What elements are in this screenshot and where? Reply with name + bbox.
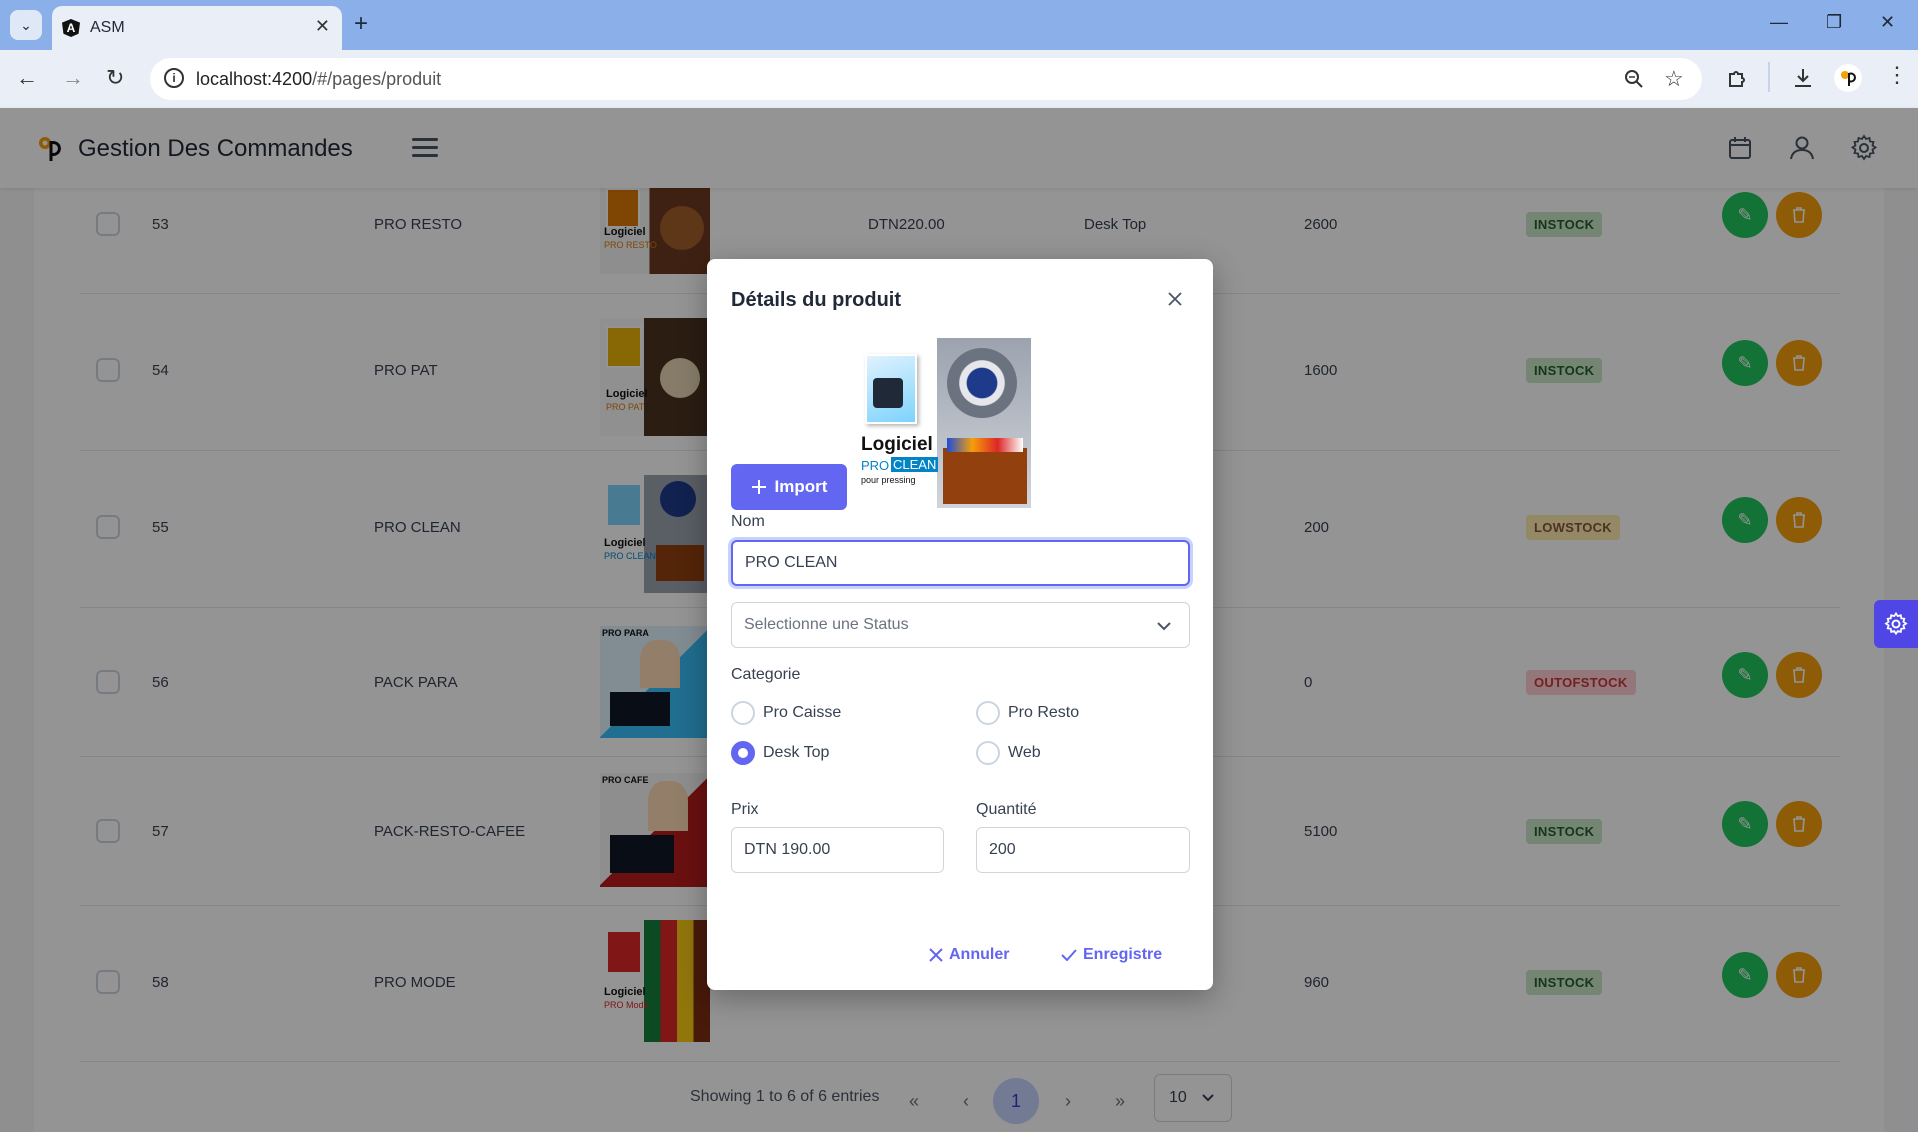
zoom-icon[interactable] — [1624, 69, 1644, 89]
name-label: Nom — [731, 513, 765, 530]
cancel-label: Annuler — [949, 946, 1010, 963]
chevron-down-icon — [1157, 622, 1171, 631]
forward-icon[interactable]: → — [62, 65, 84, 91]
tab-search-button[interactable]: ⌄ — [10, 10, 42, 40]
layout-config-button[interactable] — [1874, 600, 1918, 648]
product-image: Logiciel PRO CLEAN pour pressing — [861, 338, 1031, 508]
product-details-dialog: Détails du produit Logiciel PRO CLEAN po… — [707, 259, 1213, 990]
save-button[interactable]: Enregistre — [1061, 946, 1162, 964]
name-input[interactable]: PRO CLEAN — [731, 540, 1190, 586]
quantity-label: Quantité — [976, 801, 1037, 818]
radio-label-web: Web — [1008, 744, 1041, 761]
minimize-icon[interactable]: — — [1770, 12, 1788, 33]
radio-pro-caisse[interactable] — [731, 701, 755, 725]
radio-label-pro-caisse: Pro Caisse — [763, 704, 842, 721]
import-button[interactable]: Import — [731, 464, 847, 510]
chevron-down-icon: ⌄ — [20, 16, 32, 33]
restore-icon[interactable]: ❐ — [1826, 12, 1842, 33]
close-icon — [1168, 292, 1182, 306]
radio-label-pro-resto: Pro Resto — [1008, 704, 1080, 721]
price-input[interactable]: DTN 190.00 — [731, 827, 944, 873]
import-label: Import — [774, 477, 828, 496]
app-logo-icon — [1841, 71, 1856, 86]
site-info-icon[interactable]: i — [164, 68, 184, 88]
browser-toolbar: ← → ↻ i localhost:4200/#/pages/produit ☆… — [0, 50, 1918, 108]
radio-web[interactable] — [976, 741, 1000, 765]
dialog-close-button[interactable] — [1161, 285, 1189, 313]
radio-desk-top[interactable] — [731, 741, 755, 765]
tab-close-icon[interactable]: ✕ — [315, 16, 330, 37]
status-placeholder: Selectionne une Status — [744, 616, 909, 633]
window-close-icon[interactable]: ✕ — [1880, 12, 1895, 33]
image-clean: CLEAN — [891, 457, 939, 472]
quantity-input[interactable]: 200 — [976, 827, 1190, 873]
back-icon[interactable]: ← — [16, 65, 38, 91]
image-subtitle: pour pressing — [861, 475, 916, 485]
new-tab-button[interactable]: + — [354, 10, 368, 38]
status-select[interactable]: Selectionne une Status — [731, 602, 1190, 648]
tab-title: ASM — [90, 19, 125, 36]
url-path: /#/pages/produit — [312, 69, 442, 89]
price-label: Prix — [731, 801, 759, 818]
extensions-icon[interactable] — [1726, 67, 1748, 89]
browser-menu-icon[interactable]: ⋮ — [1886, 62, 1908, 88]
url-host: localhost:4200 — [196, 69, 313, 89]
radio-pro-resto[interactable] — [976, 701, 1000, 725]
category-label: Categorie — [731, 666, 801, 683]
browser-tabbar: ⌄ A ASM ✕ + — ❐ ✕ — [0, 0, 1918, 50]
radio-label-desk-top: Desk Top — [763, 744, 830, 761]
angular-favicon-icon: A — [62, 19, 80, 37]
profile-avatar[interactable] — [1834, 64, 1862, 92]
image-pro: PRO — [861, 458, 890, 473]
times-icon — [929, 948, 943, 962]
reload-icon[interactable]: ↻ — [106, 65, 124, 91]
image-logiciel: Logiciel — [861, 434, 933, 455]
gear-icon — [1884, 611, 1908, 636]
dialog-title: Détails du produit — [731, 289, 901, 311]
save-label: Enregistre — [1083, 946, 1163, 963]
url-text: localhost:4200/#/pages/produit — [196, 69, 441, 90]
plus-icon — [751, 480, 766, 494]
toolbar-divider — [1768, 62, 1770, 92]
bookmark-star-icon[interactable]: ☆ — [1664, 66, 1684, 92]
cancel-button[interactable]: Annuler — [929, 946, 1009, 964]
browser-tab[interactable]: A ASM ✕ — [52, 6, 342, 50]
download-icon[interactable] — [1792, 67, 1814, 89]
address-bar[interactable]: i localhost:4200/#/pages/produit ☆ — [150, 58, 1702, 100]
check-icon — [1061, 949, 1077, 961]
